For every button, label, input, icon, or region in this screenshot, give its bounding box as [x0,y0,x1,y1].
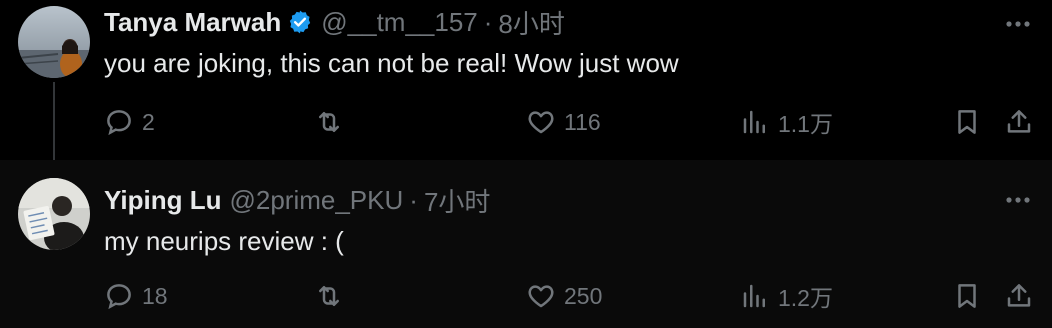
retweet-icon [319,286,339,306]
avatar[interactable] [18,178,90,250]
heart-icon [528,111,554,134]
verified-badge-icon[interactable] [287,9,313,35]
tweet-timestamp[interactable]: 8小时 [498,4,564,41]
like-button[interactable]: 250 [526,278,602,314]
like-count: 116 [564,108,601,135]
views-button[interactable]: 1.1万 [740,104,833,140]
tweet-thread: Tanya Marwah @__tm__157 · 8小时 you are jo… [0,0,1052,328]
tweet-actions: 2 116 1.1万 [104,104,1040,140]
reply-icon [107,284,131,310]
more-options-icon[interactable] [1002,184,1034,216]
tweet-header: Yiping Lu @2prime_PKU · 7小时 [104,182,490,219]
share-button[interactable] [1004,278,1034,314]
separator-dot: · [483,6,493,37]
like-button[interactable]: 116 [526,104,601,140]
tweet-header: Tanya Marwah @__tm__157 · 8小时 [104,4,565,41]
view-count: 1.1万 [778,111,833,137]
bookmark-icon [958,284,976,308]
separator-dot: · [409,184,418,215]
analytics-icon [743,110,765,134]
share-icon [1007,110,1031,133]
tweet-text: my neurips review : ( [104,226,344,256]
more-options-icon[interactable] [1002,8,1034,40]
view-count: 1.2万 [778,285,833,311]
tweet-text: you are joking, this can not be real! Wo… [104,48,679,78]
retweet-icon [319,112,339,132]
author-name[interactable]: Yiping Lu [104,185,221,216]
avatar[interactable] [18,6,90,78]
like-count: 250 [564,282,603,309]
bookmark-button[interactable] [952,278,982,314]
author-handle[interactable]: @2prime_PKU [229,185,403,216]
tweet-timestamp[interactable]: 7小时 [424,182,490,219]
share-icon [1007,284,1031,307]
reply-count: 2 [142,108,155,135]
bookmark-icon [958,110,976,134]
views-button[interactable]: 1.2万 [740,278,833,314]
reply-button[interactable]: 2 [104,104,155,140]
author-name[interactable]: Tanya Marwah [104,7,281,38]
bookmark-button[interactable] [952,104,982,140]
heart-icon [528,285,554,308]
share-button[interactable] [1004,104,1034,140]
reply-count: 18 [142,282,168,309]
author-handle[interactable]: @__tm__157 [321,7,478,38]
tweet[interactable]: Yiping Lu @2prime_PKU · 7小时 my neurips r… [0,160,1052,328]
reply-button[interactable]: 18 [104,278,168,314]
retweet-button[interactable] [314,278,352,314]
tweet-actions: 18 250 1.2万 [104,278,1040,314]
retweet-button[interactable] [314,104,352,140]
reply-icon [107,110,131,136]
analytics-icon [743,284,765,308]
tweet[interactable]: Tanya Marwah @__tm__157 · 8小时 you are jo… [0,0,1052,178]
